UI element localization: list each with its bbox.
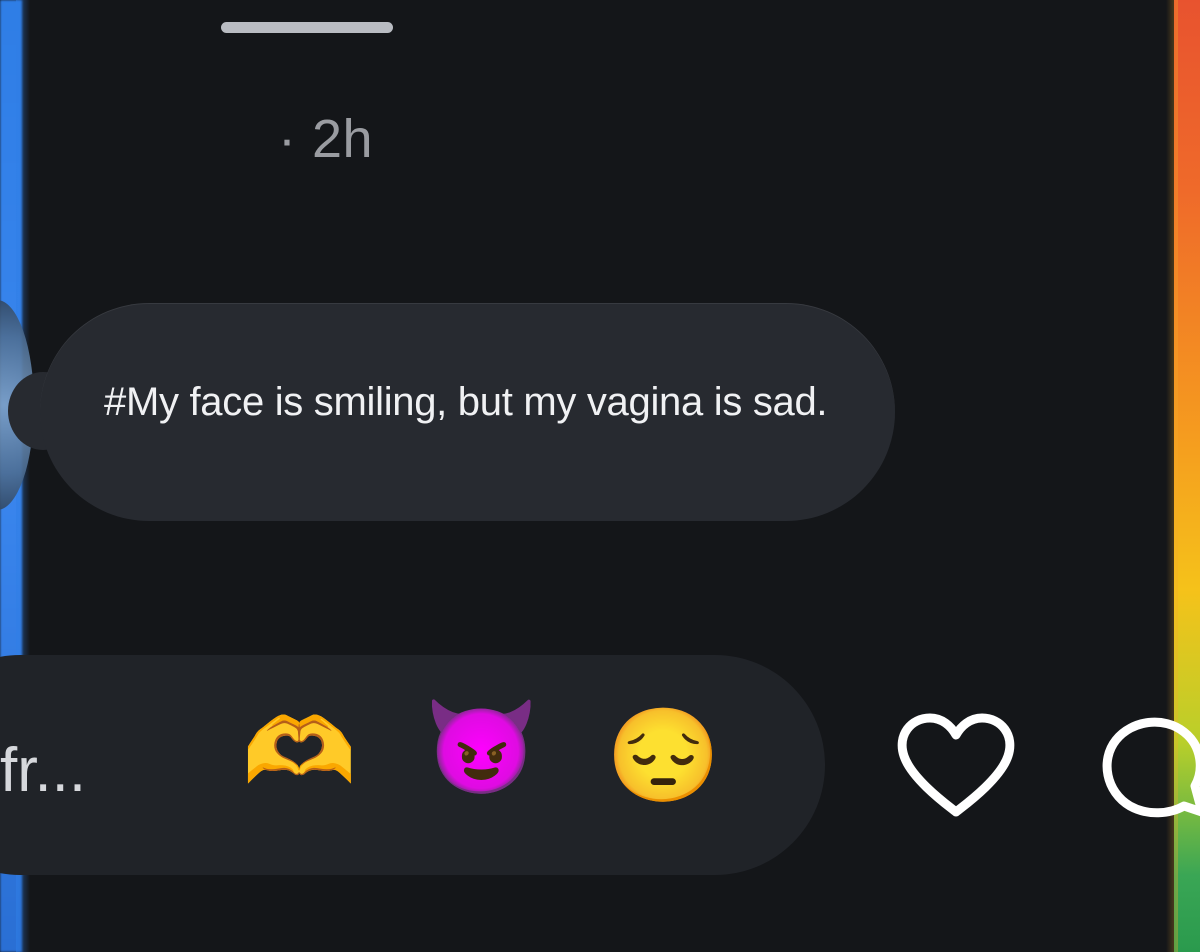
heart-outline-icon: [897, 713, 1015, 817]
comment-button[interactable]: [1100, 708, 1200, 824]
message-text: #My face is smiling, but my vagina is sa…: [104, 380, 828, 424]
smiling-devil-emoji[interactable]: 😈: [424, 702, 539, 794]
like-button[interactable]: [892, 708, 1020, 824]
comment-bubble-icon: [1102, 717, 1200, 818]
heart-hands-emoji[interactable]: 🫶: [242, 706, 357, 798]
message-timestamp: · 2h: [278, 109, 374, 169]
story-reply-screen: · 2h #My face is smiling, but my vagina …: [0, 0, 1200, 952]
pensive-face-emoji[interactable]: 😔: [606, 710, 721, 802]
drag-handle[interactable]: [221, 22, 393, 33]
reply-input-placeholder[interactable]: fr...: [0, 735, 86, 806]
